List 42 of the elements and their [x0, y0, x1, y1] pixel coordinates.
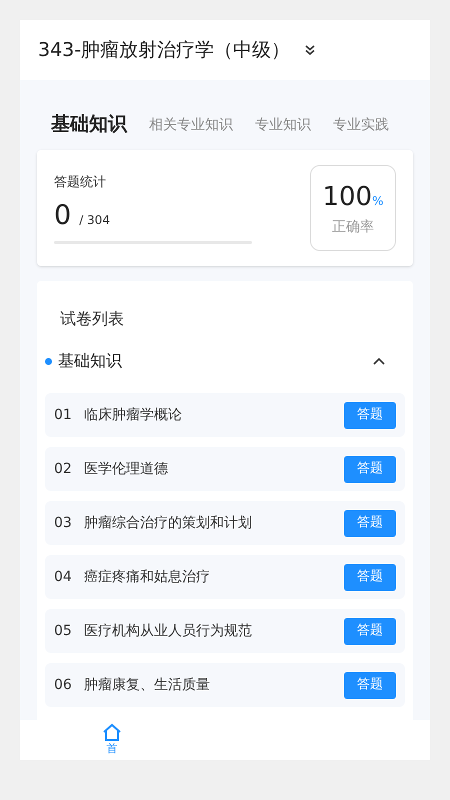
accuracy-label: 正确率	[332, 218, 374, 237]
chevron-up-icon[interactable]	[373, 357, 385, 365]
paper-row[interactable]: 05 医疗机构从业人员行为规范 答题	[45, 609, 405, 653]
section-title: 基础知识	[58, 350, 122, 372]
answer-button[interactable]: 答题	[344, 672, 396, 698]
paper-row[interactable]: 02 医学伦理道德 答题	[45, 447, 405, 491]
answer-button[interactable]: 答题	[344, 510, 396, 536]
paper-name: 肿瘤康复、生活质量	[84, 676, 210, 694]
paper-number: 02	[54, 460, 72, 478]
answer-button[interactable]: 答题	[344, 564, 396, 590]
total-count: / 304	[79, 212, 110, 229]
list-title: 试卷列表	[59, 308, 125, 330]
course-title: 343-肿瘤放射治疗学（中级）	[38, 38, 290, 63]
paper-row[interactable]: 06 肿瘤康复、生活质量 答题	[45, 663, 405, 707]
answered-count: 0	[54, 199, 72, 233]
double-chevron-down-icon[interactable]	[304, 44, 316, 56]
paper-name: 临床肿瘤学概论	[84, 406, 182, 424]
paper-number: 03	[54, 514, 72, 532]
paper-row[interactable]: 01 临床肿瘤学概论 答题	[45, 393, 405, 437]
category-tab[interactable]: 专业知识	[255, 115, 311, 138]
paper-row[interactable]: 03 肿瘤综合治疗的策划和计划 答题	[45, 501, 405, 545]
percent-sign: %	[372, 193, 384, 210]
paper-number: 04	[54, 568, 72, 586]
paper-name: 癌症疼痛和姑息治疗	[84, 568, 210, 586]
paper-row[interactable]: 04 癌症疼痛和姑息治疗 答题	[45, 555, 405, 599]
answer-button[interactable]: 答题	[344, 618, 396, 644]
nav-tab[interactable]: 首	[102, 722, 122, 758]
stats-title: 答题统计	[54, 174, 107, 192]
home-icon	[102, 722, 122, 741]
paper-number: 05	[54, 622, 72, 640]
paper-number: 06	[54, 676, 72, 694]
category-tab[interactable]: 专业实践	[333, 115, 389, 138]
category-tab[interactable]: 基础知识	[51, 110, 127, 138]
category-tab[interactable]: 相关专业知识	[149, 115, 233, 138]
paper-name: 医学伦理道德	[84, 460, 168, 478]
answer-button[interactable]: 答题	[344, 402, 396, 428]
section-header[interactable]: 基础知识	[45, 349, 405, 373]
accuracy-value: 100	[322, 181, 372, 214]
paper-name: 肿瘤综合治疗的策划和计划	[84, 514, 252, 532]
paper-name: 医疗机构从业人员行为规范	[84, 622, 252, 640]
paper-number: 01	[54, 406, 72, 424]
answer-button[interactable]: 答题	[344, 456, 396, 482]
